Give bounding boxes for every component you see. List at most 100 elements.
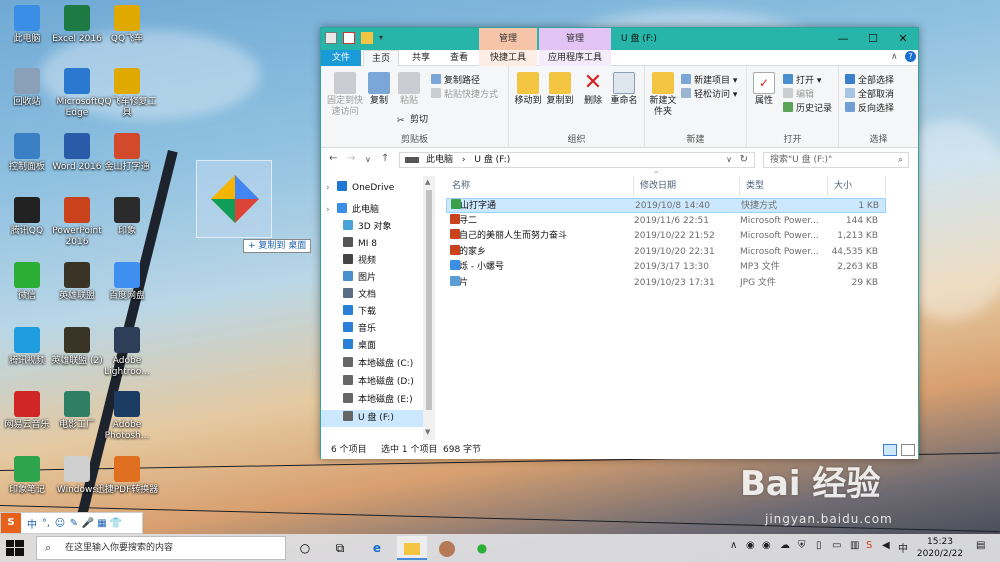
delete-button[interactable]: ✕ 删除 bbox=[581, 72, 605, 107]
forward-arrow-icon[interactable]: → bbox=[347, 153, 355, 164]
column-header-name[interactable]: 名称 bbox=[446, 176, 634, 196]
history-button[interactable]: 历史记录 bbox=[783, 102, 832, 115]
recent-locations-icon[interactable]: ∨ bbox=[365, 155, 371, 164]
nav-item[interactable]: 下载 bbox=[321, 304, 423, 321]
collapse-ribbon-icon[interactable]: ∧ bbox=[891, 52, 898, 62]
minimize-button[interactable]: — bbox=[828, 28, 858, 50]
ime-mode-tray-icon[interactable]: 中 bbox=[898, 540, 908, 555]
qq-tray-icon-2[interactable]: ◉ bbox=[762, 540, 771, 551]
ime-toolbar[interactable]: S 中 °, ☺ ✎ 🎤 ▦ 👕 bbox=[0, 512, 143, 534]
column-header-date[interactable]: 修改日期 bbox=[634, 176, 740, 196]
sogou-logo-icon[interactable]: S bbox=[1, 513, 21, 533]
paste-button[interactable]: 粘贴 bbox=[397, 72, 421, 107]
copy-button[interactable]: 复制 bbox=[367, 72, 391, 107]
handwriting-icon[interactable]: ✎ bbox=[67, 518, 81, 529]
new-folder-button[interactable]: 新建文件夹 bbox=[649, 72, 677, 118]
rename-button[interactable]: 重命名 bbox=[609, 72, 639, 107]
new-item-button[interactable]: 新建项目 ▾ bbox=[681, 74, 737, 87]
sogou-ime-tray-icon[interactable]: S bbox=[866, 540, 872, 551]
desktop-icon[interactable]: 百度网盘 bbox=[95, 262, 159, 302]
tab-file[interactable]: 文件 bbox=[321, 50, 361, 66]
move-to-button[interactable]: 移动到 bbox=[513, 72, 543, 107]
wechat-taskbar-icon[interactable]: ● bbox=[467, 536, 497, 560]
large-icons-view-icon[interactable] bbox=[901, 444, 915, 456]
title-bar[interactable]: ▾ 管理 管理 U 盘 (F:) — ☐ ✕ bbox=[321, 28, 918, 50]
file-row[interactable]: 我的家乡 2019/10/20 22:31 Microsoft Power... 44… bbox=[446, 244, 886, 260]
edit-button[interactable]: 编辑 bbox=[783, 88, 814, 101]
nav-item[interactable]: › 此电脑 bbox=[321, 202, 423, 219]
details-view-icon[interactable] bbox=[883, 444, 897, 456]
navigation-pane[interactable]: › OneDrive › 此电脑 3D 对象 MI 8 视频 图片 文档 下载 音乐 桌面 本地磁盘 (… bbox=[321, 176, 435, 440]
file-explorer-taskbar-icon[interactable] bbox=[397, 536, 427, 560]
volume-tray-icon[interactable]: ◀ bbox=[882, 540, 890, 551]
scrollbar-thumb[interactable] bbox=[426, 190, 432, 410]
show-hidden-icons-icon[interactable]: ∧ bbox=[730, 540, 737, 551]
window-icon[interactable] bbox=[325, 32, 337, 44]
edge-taskbar-icon[interactable]: e bbox=[362, 536, 392, 560]
back-arrow-icon[interactable]: ← bbox=[329, 153, 337, 164]
task-view-icon[interactable]: ⧉ bbox=[325, 536, 355, 560]
invert-selection-button[interactable]: 反向选择 bbox=[845, 102, 894, 115]
address-dropdown-icon[interactable]: ∨ bbox=[726, 153, 732, 167]
notifications-icon[interactable]: ▤ bbox=[976, 540, 985, 551]
copy-to-button[interactable]: 复制到 bbox=[545, 72, 575, 107]
cut-button[interactable]: ✂ 剪切 bbox=[397, 114, 428, 126]
network-tray-icon[interactable]: ▥ bbox=[850, 540, 859, 551]
desktop-icon[interactable]: Adobe Photosh... bbox=[95, 391, 159, 442]
qq-tray-icon[interactable]: ◉ bbox=[746, 540, 755, 551]
desktop-icon[interactable]: Adobe Lightroo... bbox=[95, 327, 159, 378]
desktop-icon[interactable]: 迅捷PDF转换器 bbox=[95, 456, 159, 496]
nav-item[interactable]: › OneDrive bbox=[321, 180, 423, 197]
browser-taskbar-icon[interactable] bbox=[432, 536, 462, 560]
expand-chevron-icon[interactable]: › bbox=[326, 180, 330, 197]
keyboard-icon[interactable]: ▦ bbox=[95, 518, 109, 529]
select-none-button[interactable]: 全部取消 bbox=[845, 88, 894, 101]
breadcrumb-current[interactable]: U 盘 (F:) bbox=[474, 155, 510, 165]
nav-item[interactable]: 本地磁盘 (D:) bbox=[321, 374, 423, 391]
nav-item[interactable]: 本地磁盘 (E:) bbox=[321, 392, 423, 409]
desktop-icon[interactable]: QQ飞车 bbox=[95, 5, 159, 45]
up-arrow-icon[interactable]: ↑ bbox=[381, 153, 389, 164]
context-tab-manage-app[interactable]: 管理 bbox=[539, 28, 611, 50]
explorer-window[interactable]: ▾ 管理 管理 U 盘 (F:) — ☐ ✕ 文件 主页 共享 查看 快捷工具 … bbox=[320, 27, 919, 459]
address-field[interactable]: 此电脑 › U 盘 (F:) ∨ ↻ bbox=[399, 152, 755, 168]
desktop-icon[interactable]: 印象 bbox=[95, 197, 159, 237]
nav-item[interactable]: 文档 bbox=[321, 287, 423, 304]
column-header-type[interactable]: 类型 bbox=[740, 176, 828, 196]
properties-quick-icon[interactable] bbox=[343, 32, 355, 44]
properties-button[interactable]: ✓ 属性 bbox=[751, 72, 777, 107]
battery-tray-icon[interactable]: ▭ bbox=[832, 540, 841, 551]
select-all-button[interactable]: 全部选择 bbox=[845, 74, 894, 87]
close-button[interactable]: ✕ bbox=[888, 28, 918, 50]
security-tray-icon[interactable]: ⛨ bbox=[798, 540, 806, 551]
scroll-down-icon[interactable]: ▼ bbox=[425, 428, 430, 436]
context-tab-manage-shortcut[interactable]: 管理 bbox=[479, 28, 537, 50]
file-row[interactable]: 杨烁 - 小螺号 2019/3/17 13:30 MP3 文件 2,263 KB bbox=[446, 260, 886, 275]
nav-item[interactable]: 本地磁盘 (C:) bbox=[321, 356, 423, 373]
help-icon[interactable]: ? bbox=[905, 51, 916, 62]
desktop-icon[interactable]: QQ飞车修复工具 bbox=[95, 68, 159, 119]
cortana-icon[interactable]: ○ bbox=[290, 536, 320, 560]
usb-eject-tray-icon[interactable]: ▯ bbox=[816, 540, 822, 551]
tab-app-tools[interactable]: 应用程序工具 bbox=[539, 50, 611, 66]
desktop-icon[interactable]: 金山打字通 bbox=[95, 133, 159, 173]
chinese-mode-icon[interactable]: 中 bbox=[25, 516, 39, 531]
tab-home[interactable]: 主页 bbox=[363, 50, 399, 67]
maximize-button[interactable]: ☐ bbox=[858, 28, 888, 50]
nav-item[interactable]: 视频 bbox=[321, 253, 423, 270]
breadcrumb-this-pc[interactable]: 此电脑 bbox=[426, 155, 453, 165]
expand-chevron-icon[interactable]: › bbox=[326, 202, 330, 219]
skin-icon[interactable]: 👕 bbox=[109, 518, 123, 529]
easy-access-button[interactable]: 轻松访问 ▾ bbox=[681, 88, 737, 101]
file-list[interactable]: ⌃ 名称 修改日期 类型 大小 金山打字通 2019/10/8 14:40 快捷方式… bbox=[437, 170, 918, 440]
search-input[interactable]: 搜索"U 盘 (F:)" ⌕ bbox=[763, 152, 909, 168]
file-row[interactable]: 为自己的美丽人生而努力奋斗 2019/10/22 21:52 Microsoft P… bbox=[446, 229, 886, 244]
refresh-icon[interactable]: ↻ bbox=[740, 153, 748, 167]
emoji-icon[interactable]: ☺ bbox=[53, 518, 67, 529]
file-row[interactable]: 探寻二 2019/11/6 22:51 Microsoft Power... 144 … bbox=[446, 213, 886, 229]
windows-start-icon[interactable] bbox=[6, 540, 24, 556]
new-folder-quick-icon[interactable] bbox=[361, 32, 373, 44]
nav-pane-scrollbar[interactable]: ▲ ▼ bbox=[423, 176, 435, 440]
taskbar-clock[interactable]: 15:23 2020/2/22 bbox=[912, 536, 968, 560]
tab-share[interactable]: 共享 bbox=[403, 50, 439, 66]
